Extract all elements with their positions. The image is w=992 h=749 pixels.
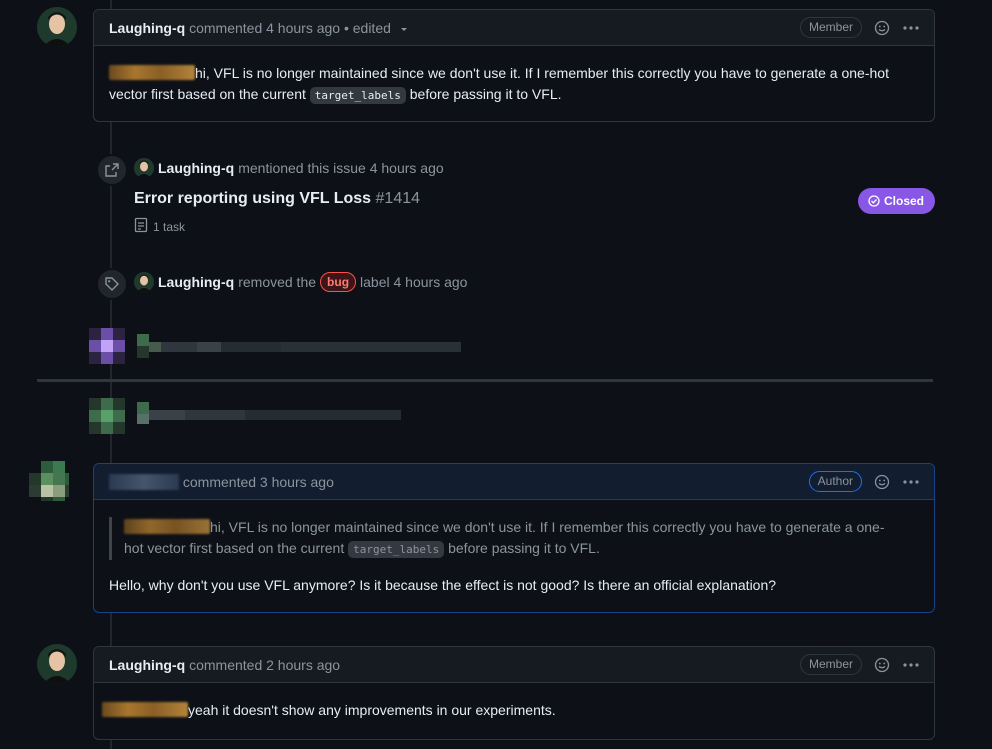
avatar[interactable] <box>29 461 69 501</box>
kebab-horizontal-icon[interactable] <box>902 657 920 673</box>
kebab-horizontal-icon[interactable] <box>902 20 920 36</box>
status-badge: Closed <box>858 188 936 214</box>
triangle-down-icon[interactable] <box>399 24 409 34</box>
comment-card: Laughing-q commented 4 hours ago • edite… <box>93 9 935 122</box>
inline-code: target_labels <box>348 541 445 558</box>
smiley-icon[interactable] <box>874 474 890 490</box>
issue-closed-icon <box>868 195 880 207</box>
avatar[interactable] <box>134 272 154 292</box>
label-event: Laughing-q removed the bug label 4 hours… <box>134 272 467 292</box>
avatar[interactable] <box>37 644 77 684</box>
avatar[interactable] <box>37 7 77 47</box>
issue-title[interactable]: Error reporting using VFL Loss <box>134 190 371 207</box>
redacted-event <box>89 328 469 369</box>
comment-header: commented 3 hours ago Author <box>94 464 934 500</box>
task-count: 1 task <box>134 217 185 236</box>
smiley-icon[interactable] <box>874 657 890 673</box>
smiley-icon[interactable] <box>874 20 890 36</box>
role-badge: Author <box>808 471 862 492</box>
author-link[interactable]: Laughing-q <box>158 274 234 290</box>
comment-meta[interactable]: commented 4 hours ago • edited <box>189 20 391 36</box>
comment-card: Laughing-q commented 2 hours ago Member … <box>93 646 935 740</box>
comment-meta[interactable]: commented 3 hours ago <box>183 474 334 490</box>
timeline-divider <box>37 379 933 382</box>
redacted-mention <box>124 519 210 534</box>
author-link[interactable]: Laughing-q <box>109 657 185 673</box>
checklist-icon <box>134 217 148 236</box>
blockquote: hi, VFL is no longer maintained since we… <box>109 517 934 560</box>
role-badge: Member <box>799 654 862 675</box>
role-badge: Member <box>799 17 862 38</box>
bug-label[interactable]: bug <box>320 272 357 292</box>
redacted-mention <box>102 702 188 717</box>
comment-body: Hello, why don't you use VFL anymore? Is… <box>109 577 777 593</box>
cross-reference-icon <box>96 154 128 186</box>
comment-header: Laughing-q commented 4 hours ago • edite… <box>94 10 934 46</box>
issue-number[interactable]: #1414 <box>376 190 421 207</box>
avatar[interactable] <box>134 158 154 178</box>
author-link[interactable]: Laughing-q <box>158 160 234 176</box>
event-text: mentioned this issue 4 hours ago <box>238 160 444 176</box>
kebab-horizontal-icon[interactable] <box>902 474 920 490</box>
issue-reference[interactable]: Error reporting using VFL Loss #1414 <box>134 190 420 208</box>
mention-event: Laughing-q mentioned this issue 4 hours … <box>134 158 444 178</box>
redacted-author[interactable] <box>109 473 179 490</box>
author-link[interactable]: Laughing-q <box>109 20 185 36</box>
comment-header: Laughing-q commented 2 hours ago Member <box>94 647 934 683</box>
comment-body: yeah it doesn't show any improvements in… <box>94 683 934 721</box>
redacted-event <box>89 398 409 439</box>
comment-card: commented 3 hours ago Author hi, VFL is … <box>93 463 935 613</box>
redacted-mention <box>109 65 195 80</box>
inline-code: target_labels <box>309 87 406 104</box>
comment-body: hi, VFL is no longer maintained since we… <box>109 65 889 104</box>
tag-icon <box>96 268 128 300</box>
comment-meta[interactable]: commented 2 hours ago <box>189 657 340 673</box>
